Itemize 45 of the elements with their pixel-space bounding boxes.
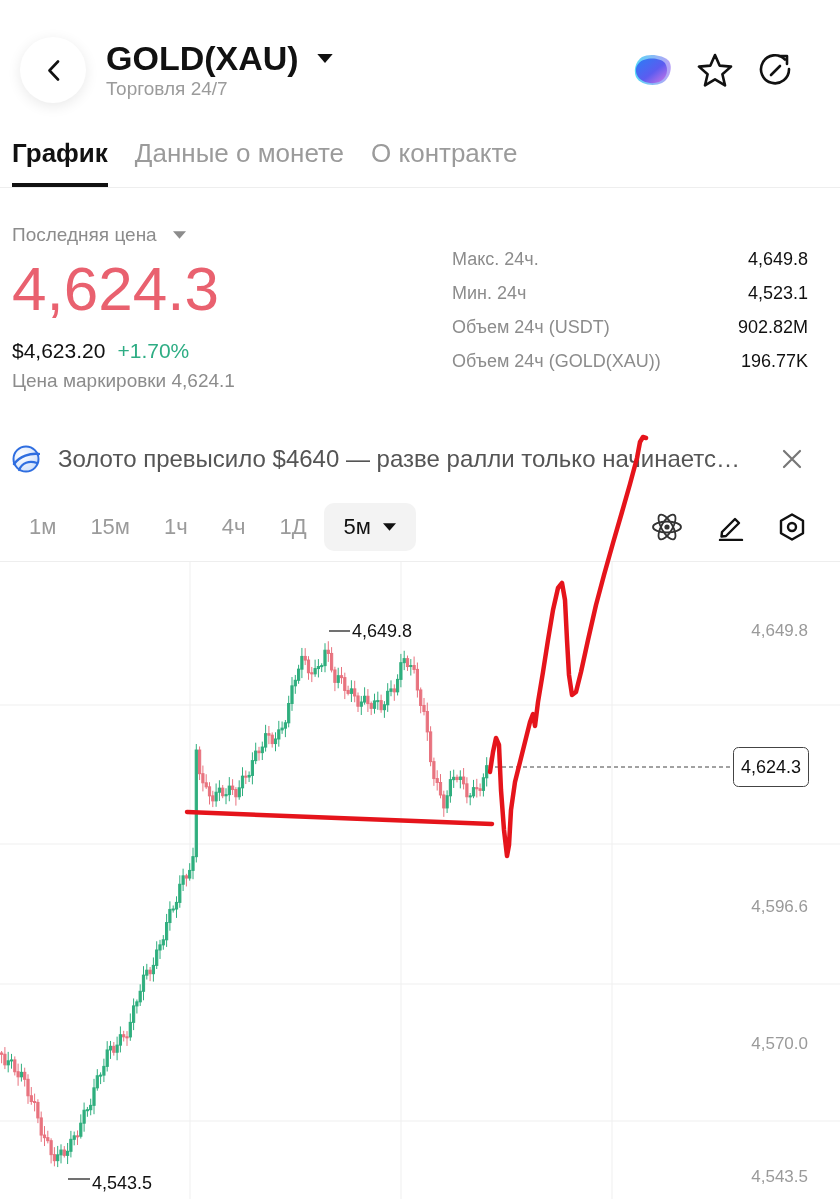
globe-icon <box>12 445 40 473</box>
y-axis-label: 4,543.5 <box>751 1166 808 1186</box>
interval-option[interactable]: 1ч <box>147 503 205 551</box>
gradient-blob-icon[interactable] <box>634 54 672 86</box>
mark-price: Цена маркировки 4,624.1 <box>12 369 235 393</box>
high-price-label: 4,649.8 <box>352 621 413 641</box>
y-axis-label: 4,570.0 <box>751 1033 808 1053</box>
stat-label: Макс. 24ч. <box>452 248 539 270</box>
interval-option[interactable]: 15м <box>73 503 147 551</box>
caret-icon <box>316 53 333 63</box>
y-axis-label: 4,596.6 <box>751 896 808 916</box>
close-icon <box>782 449 802 469</box>
low-price-label: 4,543.5 <box>92 1173 153 1193</box>
stat-value: 902.82M <box>737 316 808 338</box>
caret-icon <box>172 231 186 239</box>
y-axis-label: 4,649.8 <box>751 620 808 640</box>
interval-option[interactable]: 1м <box>12 503 74 551</box>
interval-option[interactable]: 1Д <box>262 503 324 551</box>
stat-label: Объем 24ч (GOLD(XAU)) <box>452 350 661 372</box>
stat-value: 4,523.1 <box>747 282 808 304</box>
tab[interactable]: Данные о монете <box>134 138 345 187</box>
settings-icon[interactable] <box>779 513 805 541</box>
symbol-dropdown[interactable]: GOLD(XAU) <box>106 39 333 77</box>
tab[interactable]: О контракте <box>371 138 518 187</box>
stat-value: 4,649.8 <box>747 248 808 270</box>
leader-line <box>328 630 351 632</box>
stat-label: Объем 24ч (USDT) <box>452 316 610 338</box>
trading-hours-label: Торговля 24/7 <box>106 77 229 101</box>
tab[interactable]: График <box>12 138 108 187</box>
star-icon[interactable] <box>697 53 733 87</box>
atom-icon[interactable] <box>651 511 683 543</box>
price-type-dropdown[interactable]: Последняя цена <box>12 223 186 247</box>
chevron-left-icon <box>46 59 60 81</box>
interval-option[interactable]: 4ч <box>204 503 263 551</box>
last-price: 4,624.3 <box>12 254 219 324</box>
stat-value: 196.77K <box>740 350 808 372</box>
caret-icon <box>382 523 396 531</box>
usd-price: $4,623.20 <box>12 338 106 364</box>
interval-option[interactable]: 5м <box>323 503 416 551</box>
stat-label: Мин. 24ч <box>452 282 527 304</box>
leader-line <box>67 1178 91 1180</box>
price-change: +1.70% <box>117 338 190 364</box>
current-price-tag: 4,624.3 <box>733 747 809 787</box>
circular-arrow-icon[interactable] <box>758 53 792 87</box>
close-button[interactable] <box>780 447 804 471</box>
